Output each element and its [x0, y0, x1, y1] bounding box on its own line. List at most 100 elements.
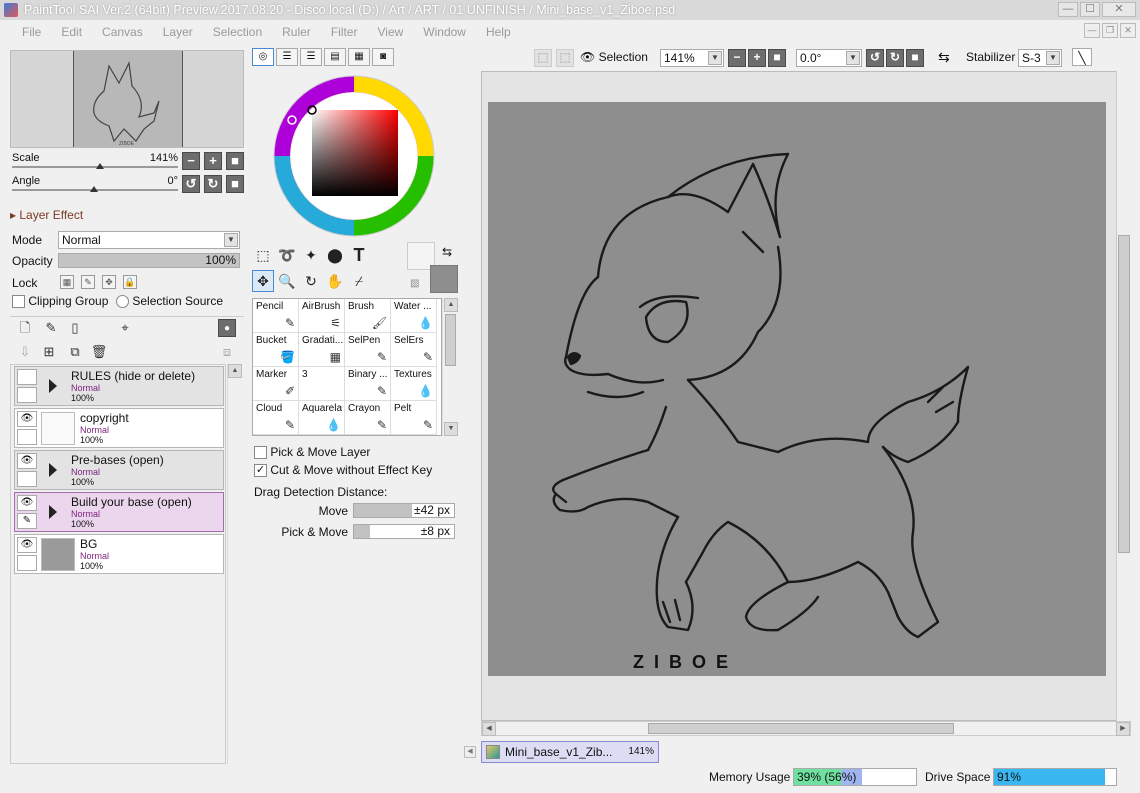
scroll-up-icon[interactable]: ▲: [228, 364, 242, 378]
move-down-icon[interactable]: ⇩: [16, 343, 34, 361]
move-icon[interactable]: ✥: [252, 270, 274, 292]
edit-toggle[interactable]: [17, 387, 37, 403]
menu-window[interactable]: Window: [413, 21, 476, 43]
scroll-right-icon[interactable]: ▶: [1116, 722, 1130, 736]
new-linework-layer-icon[interactable]: ✎: [42, 319, 60, 337]
opacity-slider[interactable]: 100%: [58, 253, 240, 268]
scale-thumb[interactable]: [96, 163, 104, 169]
folder-expand-icon[interactable]: [49, 379, 57, 393]
rgb-slider-tab-icon[interactable]: ☰: [276, 48, 298, 66]
doc-close-button[interactable]: ✕: [1120, 23, 1136, 38]
rect-select-icon[interactable]: ⬚: [252, 244, 274, 266]
zoom-in-button[interactable]: +: [204, 152, 222, 170]
navigator-preview[interactable]: ZIBOE: [10, 50, 244, 148]
secondary-color-swatch[interactable]: [430, 265, 458, 293]
menu-help[interactable]: Help: [476, 21, 521, 43]
canvas-zoom-in-button[interactable]: +: [748, 49, 766, 67]
edit-toggle[interactable]: [17, 429, 37, 445]
canvas-vertical-scrollbar[interactable]: [1116, 71, 1131, 721]
move-distance-slider[interactable]: ±42 px: [353, 503, 455, 518]
brush-cell-selers[interactable]: SelErs ✎: [391, 333, 437, 367]
deselect-icon[interactable]: ⬚: [534, 49, 552, 67]
pick-move-layer-option[interactable]: Pick & Move Layer: [254, 445, 370, 460]
zoom-out-button[interactable]: −: [182, 152, 200, 170]
add-layer-icon[interactable]: ⊞: [40, 343, 58, 361]
cut-move-checkbox[interactable]: ✓: [254, 464, 267, 478]
menu-canvas[interactable]: Canvas: [92, 21, 153, 43]
brush-cell-airbrush[interactable]: AirBrush ⚟: [299, 299, 345, 333]
lock-all-icon[interactable]: 🔒: [123, 275, 137, 289]
angle-thumb[interactable]: [90, 186, 98, 192]
hand-icon[interactable]: ✋: [324, 270, 346, 292]
flip-horizontal-icon[interactable]: ⇆: [938, 48, 950, 66]
menu-edit[interactable]: Edit: [51, 21, 92, 43]
layer-item-build-your-base[interactable]: 👁 ✎ Build your base (open) Normal 100%: [14, 492, 224, 532]
new-folder-icon[interactable]: ▯: [66, 319, 84, 337]
eyedropper-icon[interactable]: ⌿: [348, 270, 370, 292]
eye-icon[interactable]: 👁: [17, 495, 37, 511]
canvas-rotate-right-button[interactable]: ↻: [886, 49, 904, 67]
zoom-reset-button[interactable]: ■: [226, 152, 244, 170]
brush-cell-3[interactable]: 3: [299, 367, 345, 401]
selection-visibility-toggle[interactable]: 👁 Selection: [580, 48, 648, 66]
menu-filter[interactable]: Filter: [321, 21, 368, 43]
edit-toggle[interactable]: [17, 555, 37, 571]
folder-expand-icon[interactable]: [49, 505, 57, 519]
menu-file[interactable]: File: [12, 21, 51, 43]
brush-cell-cloud[interactable]: Cloud ✎: [253, 401, 299, 435]
layer-list-scrollbar[interactable]: ▲: [227, 364, 242, 764]
scroll-down-icon[interactable]: ▼: [444, 422, 458, 436]
edit-toggle[interactable]: [17, 471, 37, 487]
pick-move-distance-slider[interactable]: ±8 px: [353, 524, 455, 539]
rotate-left-button[interactable]: ↺: [182, 175, 200, 193]
color-wheel[interactable]: [272, 74, 436, 238]
clipping-group-checkbox[interactable]: [12, 295, 25, 309]
cut-move-option[interactable]: ✓ Cut & Move without Effect Key: [254, 463, 432, 478]
stabilizer-select[interactable]: S-3 ▼: [1018, 49, 1062, 67]
canvas-zoom-reset-button[interactable]: ■: [768, 49, 786, 67]
brush-cell-water[interactable]: Water ... 💧: [391, 299, 437, 333]
lock-paint-icon[interactable]: ✎: [81, 275, 95, 289]
magic-wand-icon[interactable]: ✦: [300, 244, 322, 266]
brush-cell-marker[interactable]: Marker ✐: [253, 367, 299, 401]
merge-down-icon[interactable]: ⧉: [66, 343, 84, 361]
brush-cell-crayon[interactable]: Crayon ✎: [345, 401, 391, 435]
rotate-icon[interactable]: ↻: [300, 270, 322, 292]
menu-selection[interactable]: Selection: [203, 21, 272, 43]
vertical-scroll-thumb[interactable]: [1118, 235, 1130, 553]
brush-grid-scrollbar[interactable]: ▲ ▼: [442, 298, 458, 436]
selection-source-option[interactable]: Selection Source: [116, 294, 223, 309]
brush-cell-brush[interactable]: Brush 🖌: [345, 299, 391, 333]
lock-transparency-icon[interactable]: ▦: [60, 275, 74, 289]
layer-item-bg[interactable]: 👁 BG Normal 100%: [14, 534, 224, 574]
brush-cell-binary[interactable]: Binary ... ✎: [345, 367, 391, 401]
brush-cell-aquarela[interactable]: Aquarela 💧: [299, 401, 345, 435]
canvas-viewport[interactable]: ZIBOE: [481, 71, 1131, 721]
doc-tabs-scroll-left-icon[interactable]: ◀: [464, 746, 476, 758]
pencil-icon[interactable]: ✎: [17, 513, 37, 529]
color-wheel-tab-icon[interactable]: ◎: [252, 48, 274, 66]
zoom-icon[interactable]: 🔍: [276, 270, 298, 292]
apply-mask-icon[interactable]: ⧈: [218, 343, 236, 361]
rotate-right-button[interactable]: ↻: [204, 175, 222, 193]
visibility-toggle[interactable]: [17, 369, 37, 385]
doc-restore-button[interactable]: ❐: [1102, 23, 1118, 38]
canvas-rotate-reset-button[interactable]: ■: [906, 49, 924, 67]
scratchpad-tab-icon[interactable]: ▦: [348, 48, 370, 66]
swap-colors-icon[interactable]: ⇆: [442, 245, 452, 259]
invert-selection-icon[interactable]: ⬚: [556, 49, 574, 67]
menu-ruler[interactable]: Ruler: [272, 21, 321, 43]
scroll-thumb[interactable]: [445, 314, 456, 366]
color-history-tab-icon[interactable]: ◙: [372, 48, 394, 66]
clipping-group-option[interactable]: Clipping Group: [12, 294, 108, 309]
canvas-horizontal-scrollbar[interactable]: ◀ ▶: [481, 721, 1131, 736]
brush-cell-pencil[interactable]: Pencil ✎: [253, 299, 299, 333]
canvas-zoom-out-button[interactable]: −: [728, 49, 746, 67]
canvas-rotate-left-button[interactable]: ↺: [866, 49, 884, 67]
layer-effect-toggle[interactable]: ▸ Layer Effect: [10, 208, 83, 222]
rotation-select[interactable]: 0.0° ▼: [796, 49, 862, 67]
transparent-color-icon[interactable]: ▨: [410, 278, 419, 289]
scroll-left-icon[interactable]: ◀: [482, 722, 496, 736]
shape-icon[interactable]: ⬤: [324, 244, 346, 266]
close-button[interactable]: ✕: [1102, 2, 1136, 17]
